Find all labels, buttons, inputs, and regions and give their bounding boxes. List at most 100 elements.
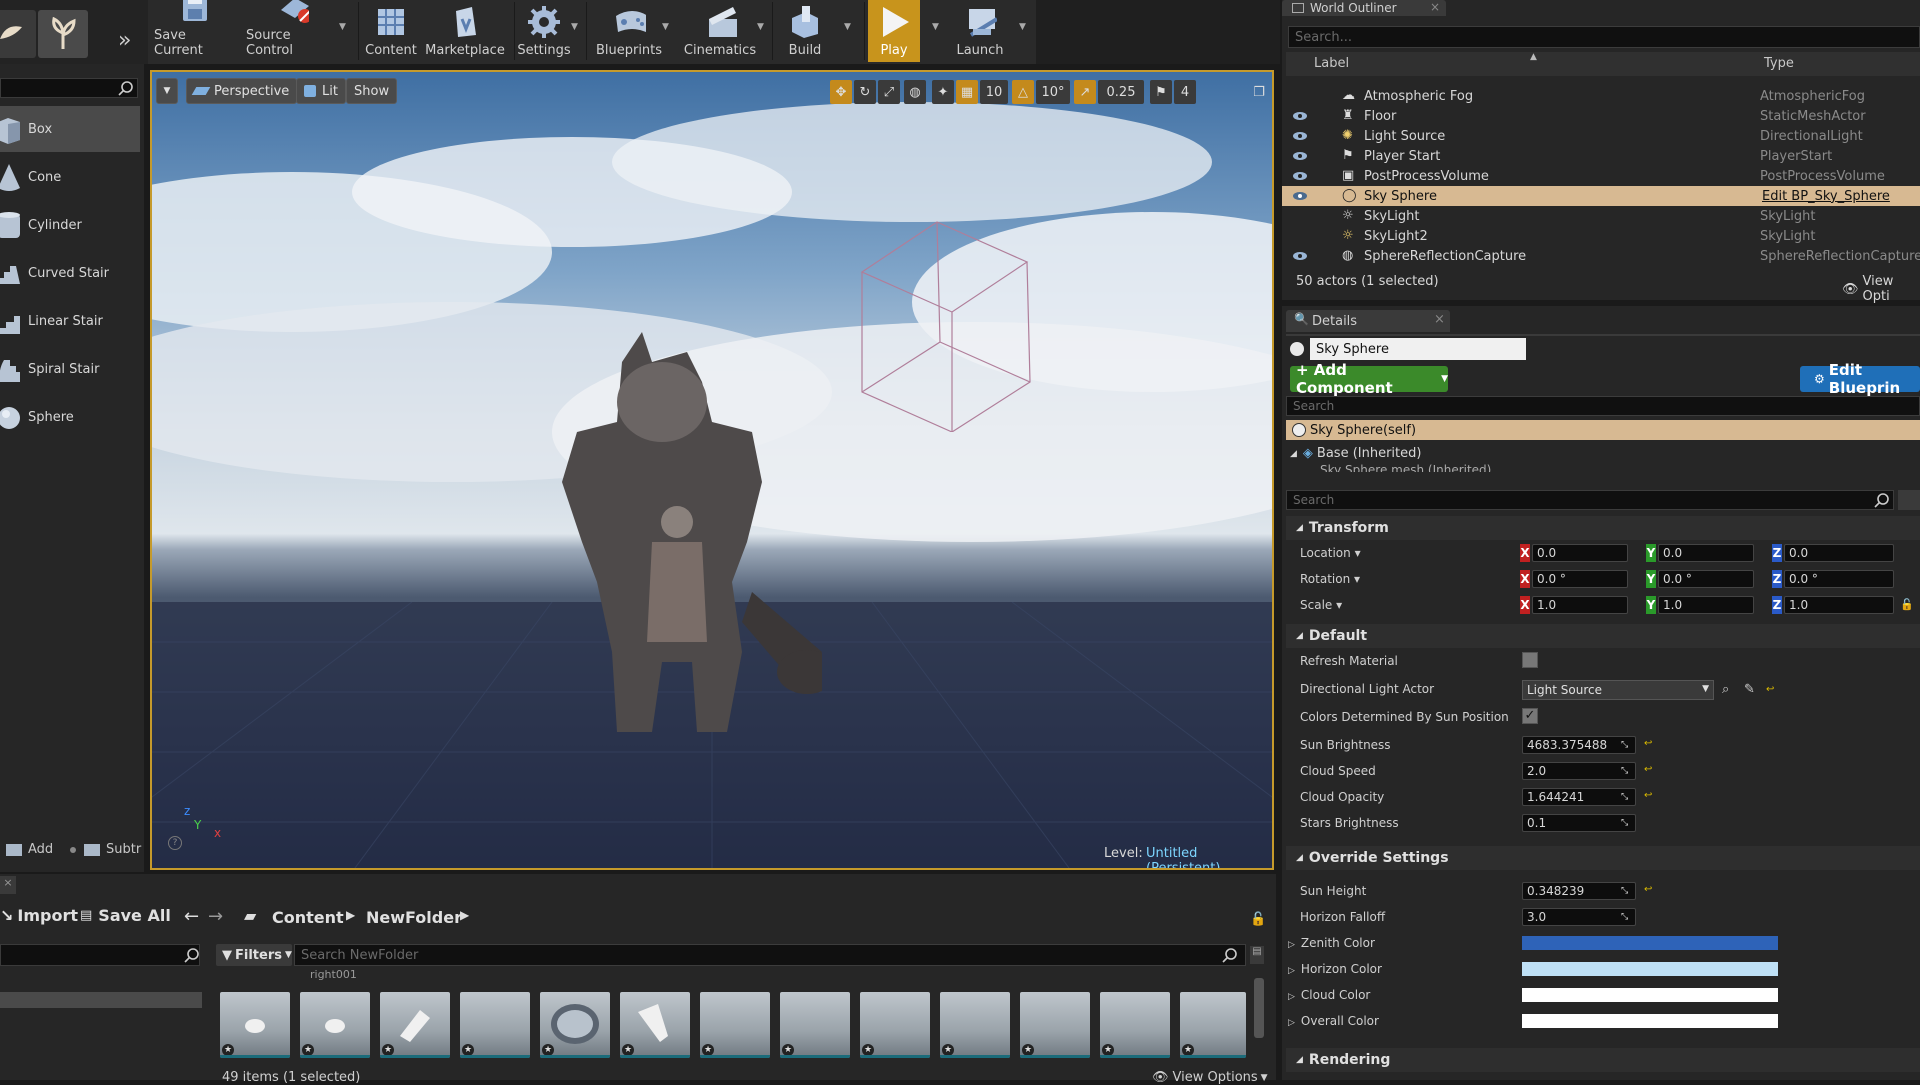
breadcrumb-separator-icon[interactable]: ▶	[346, 908, 355, 922]
world-local-icon[interactable]: ◍	[904, 80, 926, 104]
tab-details[interactable]: 🔍 Details ×	[1286, 310, 1450, 332]
level-viewport[interactable]: ▼ Perspective Lit Show ✥ ↻ ⤢ ◍ ✦ ▦ 10 △ …	[150, 70, 1274, 870]
place-item-linear-stair[interactable]: Linear Stair	[0, 298, 140, 344]
cloud-color-swatch[interactable]	[1522, 988, 1778, 1002]
outliner-row[interactable]: ☼ SkyLight SkyLight	[1282, 206, 1920, 226]
play-dropdown-icon[interactable]: ▼	[932, 22, 939, 32]
reset-to-default-icon[interactable]: ↩	[1644, 884, 1654, 895]
maximize-viewport-icon[interactable]: ❐	[1252, 80, 1266, 104]
settings-dropdown-icon[interactable]: ▼	[571, 22, 578, 32]
reset-to-default-icon[interactable]: ↩	[1766, 684, 1776, 695]
location-x-field[interactable]: 0.0	[1532, 544, 1628, 562]
label-column-header[interactable]: Label	[1314, 56, 1349, 71]
asset-thumbnail[interactable]: ★	[940, 992, 1010, 1058]
tab-world-outliner[interactable]: World Outliner ×	[1282, 0, 1446, 16]
visibility-eye-icon[interactable]	[1292, 151, 1308, 161]
camera-speed-icon[interactable]: ⚑	[1150, 80, 1172, 104]
horizon-falloff-field[interactable]: 3.0 ⤡	[1522, 908, 1636, 926]
rendering-category[interactable]: ◢ Rendering	[1286, 1048, 1920, 1072]
place-item-cylinder[interactable]: Cylinder	[0, 202, 140, 248]
transform-category[interactable]: ◢ Transform	[1286, 516, 1920, 540]
horizon-color-swatch[interactable]	[1522, 962, 1778, 976]
asset-thumbnail[interactable]: ★	[780, 992, 850, 1058]
help-icon[interactable]: ?	[168, 836, 182, 850]
scale-mode-icon[interactable]: ⤢	[878, 80, 900, 104]
asset-search-input[interactable]: Search NewFolder	[294, 944, 1246, 966]
rotation-snap-icon[interactable]: △	[1012, 80, 1034, 104]
save-current-button[interactable]: Save Current	[154, 0, 236, 62]
zenith-color-swatch[interactable]	[1522, 936, 1778, 950]
play-button[interactable]: Play	[868, 0, 920, 62]
eyedropper-icon[interactable]: ✎	[1744, 682, 1755, 697]
refresh-material-checkbox[interactable]	[1522, 652, 1538, 668]
components-search-input[interactable]: Search	[1286, 396, 1920, 416]
place-item-curved-stair[interactable]: Curved Stair	[0, 250, 140, 296]
asset-scrollbar[interactable]	[1254, 978, 1264, 1038]
asset-thumbnail[interactable]: ★	[1100, 992, 1170, 1058]
location-y-field[interactable]: 0.0	[1658, 544, 1754, 562]
lit-button[interactable]: Lit	[296, 78, 346, 104]
outliner-view-options-button[interactable]: 👁 View Opti	[1842, 274, 1920, 304]
scale-z-field[interactable]: 1.0	[1784, 596, 1894, 614]
viewport-options-button[interactable]: ▼	[156, 78, 178, 104]
component-base-row[interactable]: ◢ ◈ Base (Inherited)	[1290, 446, 1421, 461]
cinematics-button[interactable]: Cinematics	[678, 0, 762, 62]
cinematics-dropdown-icon[interactable]: ▼	[757, 22, 764, 32]
lock-icon[interactable]: 🔓	[1900, 598, 1914, 612]
asset-thumbnail[interactable]: ★	[300, 992, 370, 1058]
place-item-box[interactable]: Box	[0, 106, 140, 152]
asset-thumbnail[interactable]: ★	[460, 992, 530, 1058]
forward-arrow-icon[interactable]: →	[208, 906, 223, 927]
cloud-speed-field[interactable]: 2.0 ⤡	[1522, 762, 1636, 780]
reset-to-default-icon[interactable]: ↩	[1644, 738, 1654, 749]
modes-overflow-button[interactable]: »	[118, 28, 131, 53]
actor-name-field[interactable]: Sky Sphere	[1310, 338, 1526, 360]
edit-blueprint-button[interactable]: ⚙ Edit Blueprin	[1800, 361, 1920, 397]
scale-label[interactable]: Scale ▾	[1300, 598, 1342, 612]
place-item-spiral-stair[interactable]: Spiral Stair	[0, 346, 140, 392]
surface-snap-icon[interactable]: ✦	[932, 80, 954, 104]
outliner-row-selected[interactable]: ◯ Sky Sphere Edit BP_Sky_Sphere	[1282, 186, 1920, 206]
save-all-button[interactable]: ▤ Save All	[80, 906, 171, 925]
perspective-button[interactable]: Perspective	[186, 78, 298, 104]
asset-thumbnail[interactable]: ★	[220, 992, 290, 1058]
asset-thumbnail[interactable]: ★	[700, 992, 770, 1058]
save-search-icon[interactable]: ▤	[1250, 946, 1264, 964]
component-self-row[interactable]: Sky Sphere(self)	[1286, 420, 1920, 440]
content-view-options-button[interactable]: 👁 View Options ▼	[1152, 1070, 1268, 1085]
content-button[interactable]: Content	[362, 0, 420, 62]
place-mode-tab[interactable]	[0, 10, 36, 58]
horizon-color-label[interactable]: ▷ Horizon Color	[1288, 962, 1382, 976]
build-button[interactable]: Build	[776, 0, 834, 62]
blueprints-dropdown-icon[interactable]: ▼	[662, 22, 669, 32]
blueprints-button[interactable]: Blueprints	[592, 0, 666, 62]
sun-height-field[interactable]: 0.348239 ⤡	[1522, 882, 1636, 900]
grid-snap-value[interactable]: 10	[980, 80, 1008, 104]
close-tab-icon[interactable]: ×	[1430, 0, 1440, 14]
location-label[interactable]: Location ▾	[1300, 546, 1361, 560]
visibility-eye-icon[interactable]	[1292, 191, 1308, 201]
cloud-opacity-field[interactable]: 1.644241 ⤡	[1522, 788, 1636, 806]
edit-blueprint-link[interactable]: Edit BP_Sky_Sphere	[1762, 189, 1890, 204]
reset-to-default-icon[interactable]: ↩	[1644, 790, 1654, 801]
marketplace-button[interactable]: Marketplace	[424, 0, 506, 62]
grid-snap-icon[interactable]: ▦	[956, 80, 978, 104]
source-control-button[interactable]: Source Control	[246, 0, 338, 62]
outliner-search-input[interactable]: Search...	[1288, 26, 1920, 48]
scale-snap-value[interactable]: 0.25	[1098, 80, 1144, 104]
outliner-row[interactable]: ☼ SkyLight2 SkyLight	[1282, 226, 1920, 246]
outliner-row[interactable]: ☁ Atmospheric Fog AtmosphericFog	[1282, 86, 1920, 106]
stars-brightness-field[interactable]: 0.1 ⤡	[1522, 814, 1636, 832]
scale-y-field[interactable]: 1.0	[1658, 596, 1754, 614]
rotate-mode-icon[interactable]: ↻	[854, 80, 876, 104]
visibility-eye-icon[interactable]	[1292, 171, 1308, 181]
outliner-row[interactable]: ✺ Light Source DirectionalLight	[1282, 126, 1920, 146]
outliner-row[interactable]: ▣ PostProcessVolume PostProcessVolume	[1282, 166, 1920, 186]
asset-thumbnail[interactable]: ★	[860, 992, 930, 1058]
visibility-eye-icon[interactable]	[1292, 251, 1308, 261]
close-tab-icon[interactable]: ×	[1434, 312, 1445, 327]
add-component-button[interactable]: + Add Component ▼	[1290, 361, 1448, 397]
settings-button[interactable]: Settings	[516, 0, 572, 62]
asset-thumbnail[interactable]: ★	[540, 992, 610, 1058]
zenith-color-label[interactable]: ▷ Zenith Color	[1288, 936, 1375, 950]
